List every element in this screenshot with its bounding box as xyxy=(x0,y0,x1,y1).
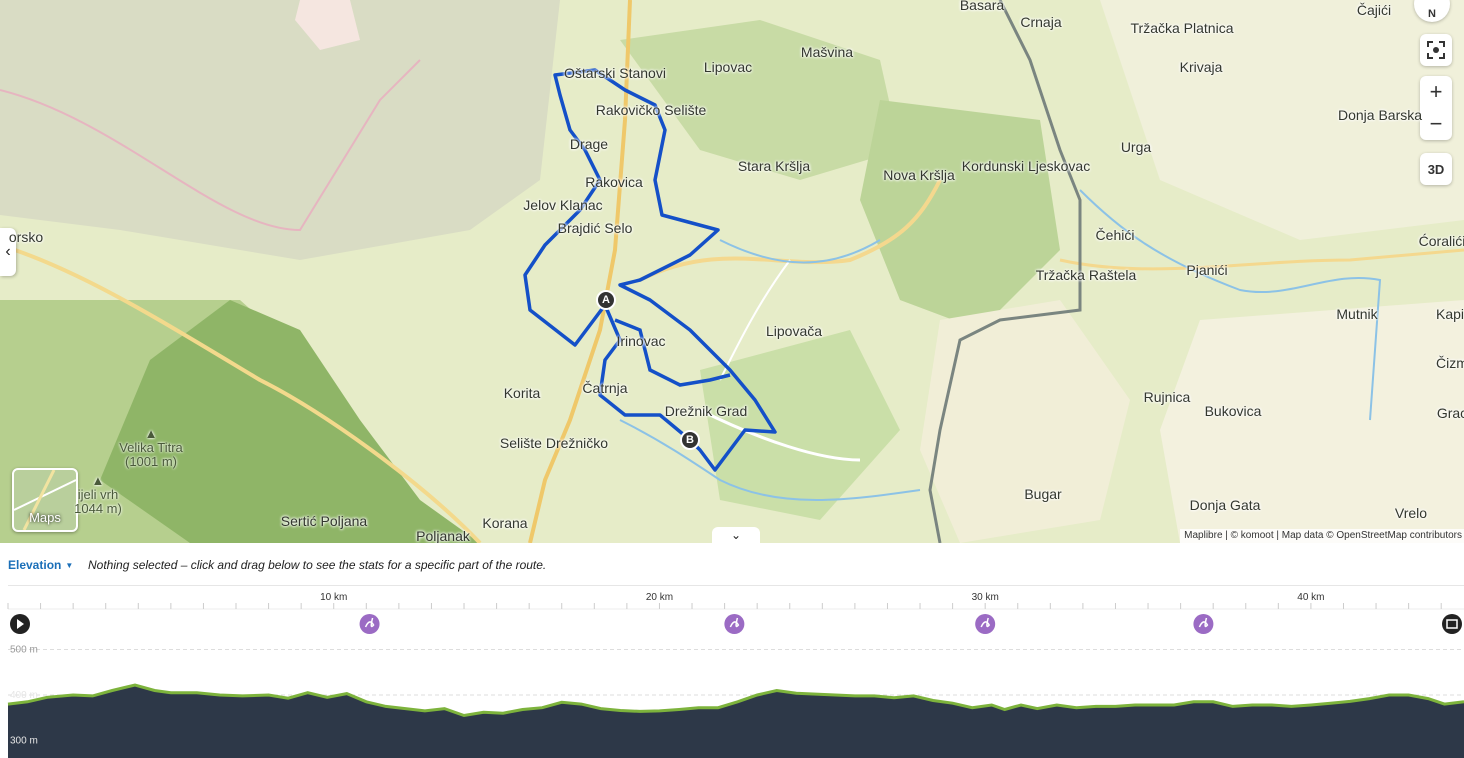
place-label: Mašvina xyxy=(800,44,854,60)
place-label: Lipovac xyxy=(703,59,753,75)
zoom-out-icon[interactable]: − xyxy=(1420,108,1452,140)
peak-label: ▲ Velika Titra (1001 m) xyxy=(119,426,183,469)
place-label: Vrelo xyxy=(1394,505,1428,521)
place-label: Rakovica xyxy=(585,174,643,190)
route-start-marker[interactable]: A xyxy=(596,290,616,310)
place-label: Kapi xyxy=(1435,306,1464,322)
place-label: Sertić Poljana xyxy=(280,513,368,529)
place-label: Krivaja xyxy=(1179,59,1223,75)
map-layer-label: Maps xyxy=(29,510,61,525)
place-label: Grac xyxy=(1436,405,1464,421)
place-label: Bukovica xyxy=(1204,403,1262,419)
y-tick-label: 300 m xyxy=(10,735,38,746)
place-label: Drežnik Grad xyxy=(664,403,748,419)
x-tick-label: 20 km xyxy=(646,592,673,603)
route-end-marker[interactable]: B xyxy=(680,430,700,450)
place-label: Korana xyxy=(482,515,528,531)
place-label: Stara Kršlja xyxy=(737,158,811,174)
place-label: Mutnik xyxy=(1336,306,1378,322)
highlight-icon[interactable] xyxy=(975,614,996,634)
place-label: Brajdić Selo xyxy=(557,220,633,236)
x-tick-label: 10 km xyxy=(320,592,347,603)
finish-icon[interactable] xyxy=(1442,614,1462,634)
place-label: Bugar xyxy=(1024,486,1062,502)
place-label: Irinovac xyxy=(616,333,666,349)
highlight-icon[interactable] xyxy=(1193,614,1214,634)
place-label: Nova Kršlja xyxy=(883,167,955,183)
place-label: Rujnica xyxy=(1143,389,1191,405)
elevation-dropdown[interactable]: Elevation ▼ xyxy=(8,558,73,572)
place-label: Donja Barska xyxy=(1337,107,1423,123)
place-label: Čizm xyxy=(1436,355,1464,371)
x-tick-label: 40 km xyxy=(1297,592,1324,603)
place-label: Tržačka Raštela xyxy=(1035,267,1137,283)
locate-icon[interactable] xyxy=(1420,34,1452,66)
map-layer-switcher[interactable]: Maps xyxy=(12,468,78,532)
toggle-3d-button[interactable]: 3D xyxy=(1420,153,1452,185)
place-label: Korita xyxy=(503,385,541,401)
collapse-panel-chevron-icon[interactable]: ⌄ xyxy=(712,527,760,543)
elevation-panel: Elevation ▼ Nothing selected – click and … xyxy=(0,543,1464,758)
place-label: Tržačka Platnica xyxy=(1130,20,1234,36)
place-label: Crnaja xyxy=(1020,14,1062,30)
place-label: Lipovača xyxy=(765,323,823,339)
place-label: Donja Gata xyxy=(1189,497,1261,513)
map-attribution[interactable]: Maplibre | © komoot | Map data © OpenStr… xyxy=(1180,529,1464,543)
map-view[interactable]: N + − 3D ‹ ⌄ Maps Maplibre | © komoot | … xyxy=(0,0,1464,543)
place-label: Urga xyxy=(1120,139,1152,155)
place-label: Čehići xyxy=(1095,227,1135,243)
y-tick-label: 500 m xyxy=(10,645,38,656)
place-label: Rakovičko Selište xyxy=(595,102,707,118)
selection-hint: Nothing selected – click and drag below … xyxy=(88,558,547,572)
peak-label: ▲ ijeli vrh 1044 m) xyxy=(74,473,122,516)
y-tick-label: 400 m xyxy=(10,690,38,701)
place-label: Selište Drežničko xyxy=(499,435,609,451)
elevation-chart[interactable]: 10 km 20 km 30 km 40 km 500 m 400 m 300 m xyxy=(0,585,1464,758)
place-label: Ćoralići xyxy=(1418,233,1464,249)
place-label: Oštarski Stanovi xyxy=(564,65,666,81)
place-label: Poljanak xyxy=(416,528,470,543)
place-label: orsko xyxy=(8,229,44,245)
x-tick-label: 30 km xyxy=(972,592,999,603)
dropdown-caret-icon: ▼ xyxy=(65,561,74,571)
place-label: Jelov Klanac xyxy=(523,197,603,213)
zoom-in-icon[interactable]: + xyxy=(1420,76,1452,108)
place-label: Čajići xyxy=(1356,2,1392,18)
zoom-controls: + − xyxy=(1420,76,1452,140)
highlight-icon[interactable] xyxy=(724,614,745,634)
place-label: Basara xyxy=(959,0,1005,13)
map-canvas[interactable] xyxy=(0,0,1464,543)
place-label: Drage xyxy=(569,136,609,152)
place-label: Pjanići xyxy=(1186,262,1228,278)
place-label: Čatrnja xyxy=(582,380,628,396)
place-label: Kordunski Ljeskovac xyxy=(961,158,1091,174)
highlight-icon[interactable] xyxy=(359,614,380,634)
